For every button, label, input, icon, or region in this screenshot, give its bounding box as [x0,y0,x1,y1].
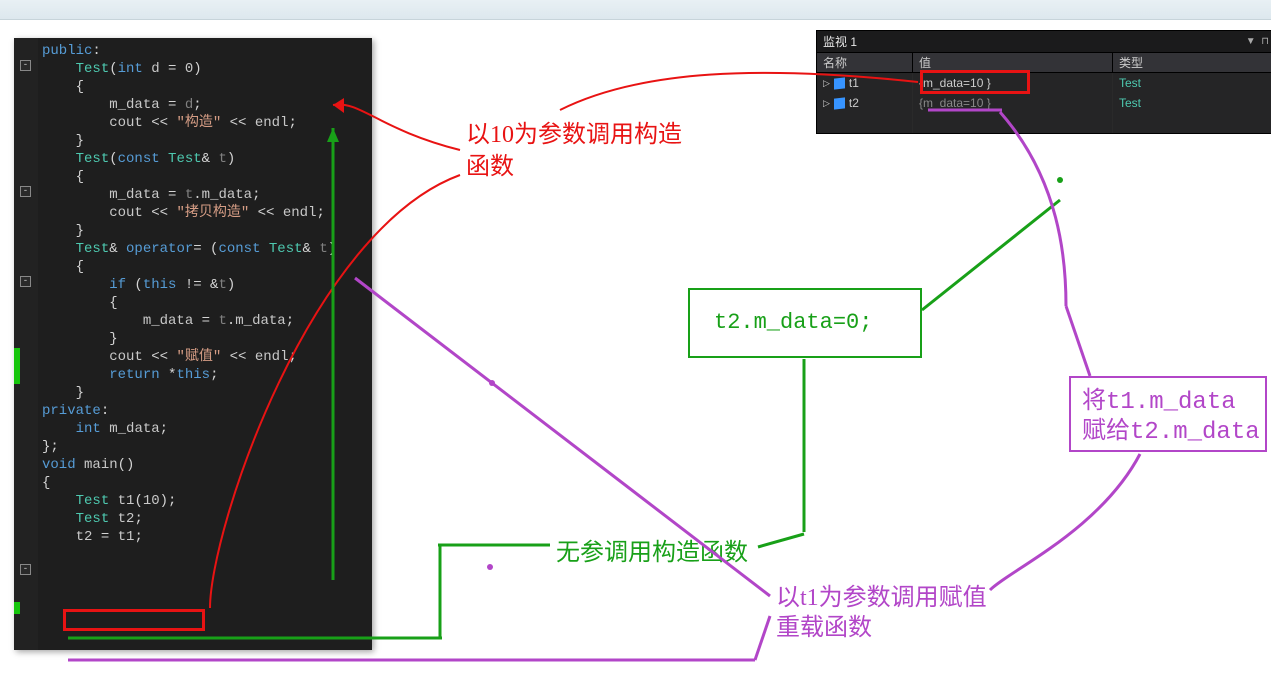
code-line[interactable]: int m_data; [42,420,366,438]
highlight-t1-decl [63,609,205,631]
code-line[interactable]: cout << "构造" << endl; [42,114,366,132]
pin-icon[interactable]: ▼ ⊓ [1246,36,1269,47]
watch-header[interactable]: 监视 1 ▼ ⊓ [817,31,1271,53]
code-line[interactable]: { [42,78,366,96]
change-marker [14,348,20,384]
code-line[interactable]: } [42,330,366,348]
watch-empty-row[interactable] [817,113,1271,133]
watch-row[interactable]: ▷ t2 {m_data=10 }Test [817,93,1271,113]
code-line[interactable]: { [42,474,366,492]
fold-icon[interactable]: - [20,276,31,287]
code-line[interactable]: Test& operator= (const Test& t) [42,240,366,258]
window-titlebar [0,0,1271,20]
code-line[interactable]: { [42,294,366,312]
code-line[interactable]: }; [42,438,366,456]
code-line[interactable]: m_data = d; [42,96,366,114]
code-line[interactable]: } [42,384,366,402]
watch-var-name: t1 [849,73,859,93]
code-line[interactable]: } [42,222,366,240]
red-annotation: 以10为参数调用构造 函数 [466,119,682,183]
object-icon [834,77,845,89]
code-line[interactable]: Test t2; [42,510,366,528]
highlight-t1-value [920,70,1030,94]
code-line[interactable]: Test(int d = 0) [42,60,366,78]
code-line[interactable]: cout << "拷贝构造" << endl; [42,204,366,222]
code-line[interactable]: cout << "赋值" << endl; [42,348,366,366]
fold-icon[interactable]: - [20,60,31,71]
code-line[interactable]: { [42,168,366,186]
code-line[interactable]: m_data = t.m_data; [42,186,366,204]
change-marker [14,602,20,614]
code-line[interactable]: m_data = t.m_data; [42,312,366,330]
col-name[interactable]: 名称 [817,53,913,72]
code-line[interactable]: void main() [42,456,366,474]
expand-icon[interactable]: ▷ [823,93,830,113]
code-line[interactable]: { [42,258,366,276]
watch-columns: 名称 值 类型 [817,53,1271,73]
fold-icon[interactable]: - [20,186,31,197]
code-line[interactable]: Test(const Test& t) [42,150,366,168]
green-callout-text: t2.m_data=0; [714,310,872,335]
object-icon [834,97,845,109]
watch-title: 监视 1 [823,33,857,50]
editor-gutter: - - - - [14,38,38,650]
watch-var-type: Test [1113,73,1271,93]
col-type[interactable]: 类型 [1113,53,1271,72]
code-line[interactable]: Test t1(10); [42,492,366,510]
expand-icon[interactable]: ▷ [823,73,830,93]
watch-row[interactable]: ▷t1{m_data=10 }Test [817,73,1271,93]
watch-var-value: {m_data=10 } [913,93,1113,113]
watch-var-type: Test [1113,93,1271,113]
watch-var-name: t2 [849,93,859,113]
purple-annotation-2: 将t1.m_data 赋给t2.m_data [1082,388,1260,448]
fold-icon[interactable]: - [20,564,31,575]
watch-window[interactable]: 监视 1 ▼ ⊓ 名称 值 类型 ▷ t1 {m_data=10 }Test▷ t2 {… [816,30,1271,134]
code-editor[interactable]: - - - - public: Test(int d = 0) { m_data… [14,38,372,650]
green-annotation: 无参调用构造函数 [556,532,748,567]
code-line[interactable]: public: [42,42,366,60]
code-line[interactable]: return *this; [42,366,366,384]
code-line[interactable]: t2 = t1; [42,528,366,546]
code-line[interactable]: if (this != &t) [42,276,366,294]
purple-annotation-1: 以t1为参数调用赋值 重载函数 [776,583,987,643]
code-text[interactable]: public: Test(int d = 0) { m_data = d; co… [38,38,372,650]
code-line[interactable]: private: [42,402,366,420]
code-line[interactable]: } [42,132,366,150]
